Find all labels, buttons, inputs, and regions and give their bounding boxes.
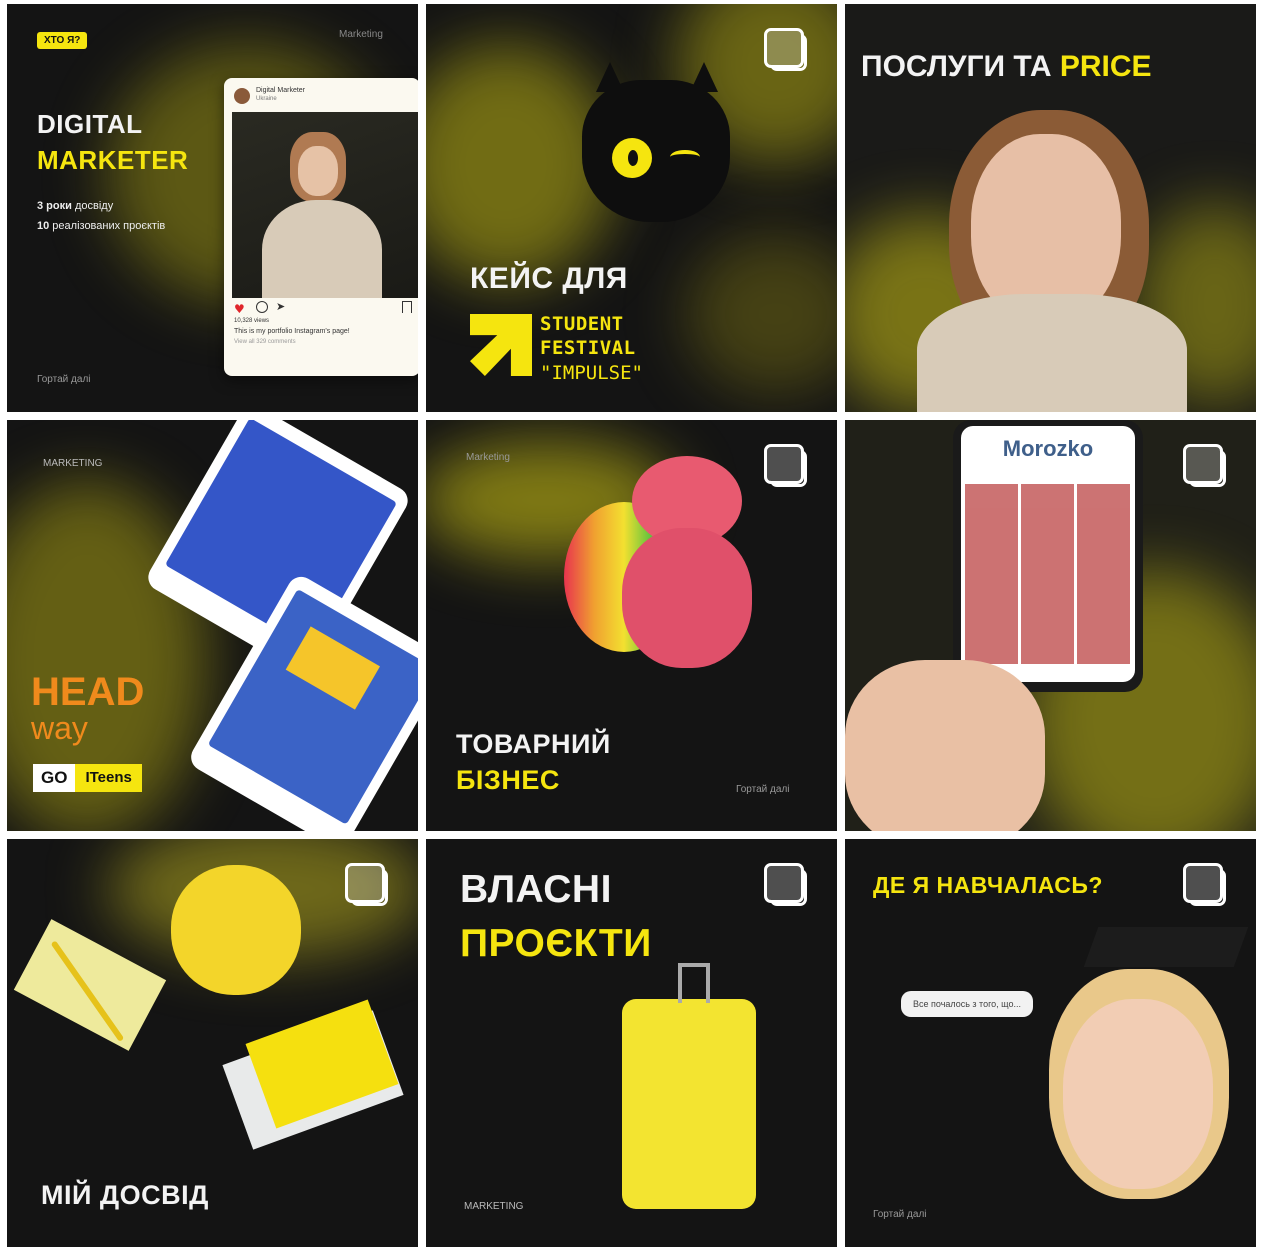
cat-mascot <box>582 62 730 222</box>
post-tile-digital-marketer[interactable]: ХТО Я? Marketing DIGITAL MARKETER 3 роки… <box>7 4 418 412</box>
event-line-3: "IMPULSE" <box>540 362 643 384</box>
post-tile-own-projects[interactable]: ВЛАСНІ ПРОЄКТИ MARKETING <box>426 839 837 1247</box>
instagram-post-mockup: Digital Marketer Ukraine ♥ ➤ 10,328 view… <box>224 78 418 376</box>
education-title: ДЕ Я НАВЧАЛАСЬ? <box>873 872 1103 898</box>
goiteens-logo: GO ITeens <box>33 764 142 792</box>
post-caption: This is my portfolio Instagram's page! <box>234 328 350 335</box>
headway-logo-way: way <box>31 710 88 746</box>
title-line-1: DIGITAL <box>37 109 143 139</box>
carousel-icon <box>1183 863 1226 906</box>
corner-label: Marketing <box>339 29 383 40</box>
post-photo <box>232 112 418 298</box>
post-location: Ukraine <box>256 96 277 102</box>
corner-label: MARKETING <box>464 1201 524 1212</box>
piggy-bank <box>171 865 301 995</box>
post-tile-my-experience[interactable]: МІЙ ДОСВІД <box>7 839 418 1247</box>
corner-label: MARKETING <box>43 458 103 469</box>
rose-bear <box>622 456 752 668</box>
graduation-cap-icon <box>1083 927 1249 967</box>
carousel-icon <box>764 444 807 487</box>
hand <box>845 660 1045 831</box>
suitcase <box>622 963 756 1209</box>
share-icon[interactable]: ➤ <box>276 300 285 313</box>
arrow-logo-icon <box>470 314 532 376</box>
projects-title-line-2: ПРОЄКТИ <box>460 922 652 965</box>
headway-logo-head: HEAD <box>31 670 145 714</box>
carousel-icon <box>1183 444 1226 487</box>
post-author: Digital Marketer <box>256 87 306 94</box>
post-tile-morozko[interactable]: Morozko <box>845 420 1256 831</box>
projects-title-line-1: ВЛАСНІ <box>460 868 612 911</box>
event-line-1: STUDENT <box>540 313 624 335</box>
app-title: Morozko <box>1002 436 1094 461</box>
post-comments-link[interactable]: View all 329 comments <box>234 339 296 345</box>
post-tile-services-price[interactable]: ПОСЛУГИ ТА PRICE <box>845 4 1256 412</box>
post-views: 10,328 views <box>234 318 270 324</box>
swipe-hint: Гортай далі <box>873 1209 927 1220</box>
product-title-line-2: БІЗНЕС <box>456 765 560 795</box>
corner-label: Marketing <box>466 452 510 463</box>
event-line-2: FESTIVAL <box>540 337 636 359</box>
carousel-icon <box>764 28 807 71</box>
post-tile-product-business[interactable]: Marketing ТОВАРНИЙ БІЗНЕС Гортай далі <box>426 420 837 831</box>
post-tile-case-impulse[interactable]: КЕЙС ДЛЯ STUDENT FESTIVAL "IMPULSE" <box>426 4 837 412</box>
memoji-face <box>1063 999 1213 1189</box>
who-am-i-badge: ХТО Я? <box>37 32 88 49</box>
portrait-sweater <box>917 294 1187 412</box>
comment-icon[interactable] <box>256 301 268 313</box>
product-title-line-1: ТОВАРНИЙ <box>456 729 611 759</box>
post-tile-headway-goiteens[interactable]: MARKETING HEAD way GO ITeens <box>7 420 418 831</box>
speech-bubble: Все почалось з того, що... <box>901 991 1033 1017</box>
services-title: ПОСЛУГИ ТА PRICE <box>861 50 1152 83</box>
swipe-hint: Гортай далі <box>736 784 790 795</box>
case-title: КЕЙС ДЛЯ <box>470 262 628 295</box>
bookmark-icon[interactable] <box>402 301 412 313</box>
post-tile-education[interactable]: ДЕ Я НАВЧАЛАСЬ? Все почалось з того, що.… <box>845 839 1256 1247</box>
carousel-icon <box>764 863 807 906</box>
sticky-note <box>13 919 167 1051</box>
carousel-icon <box>345 863 388 906</box>
experience-title: МІЙ ДОСВІД <box>41 1180 209 1210</box>
heart-icon[interactable]: ♥ <box>234 302 245 316</box>
instagram-feed-grid: ХТО Я? Marketing DIGITAL MARKETER 3 роки… <box>7 4 1256 1247</box>
stat-projects: 10 реалізованих проєктів <box>37 220 166 232</box>
phone-mockup-morozko: Morozko <box>953 420 1143 692</box>
title-line-2: MARKETER <box>37 145 189 175</box>
stat-experience: 3 роки досвіду <box>37 200 114 212</box>
avatar <box>234 88 250 104</box>
swipe-hint: Гортай далі <box>37 374 91 385</box>
